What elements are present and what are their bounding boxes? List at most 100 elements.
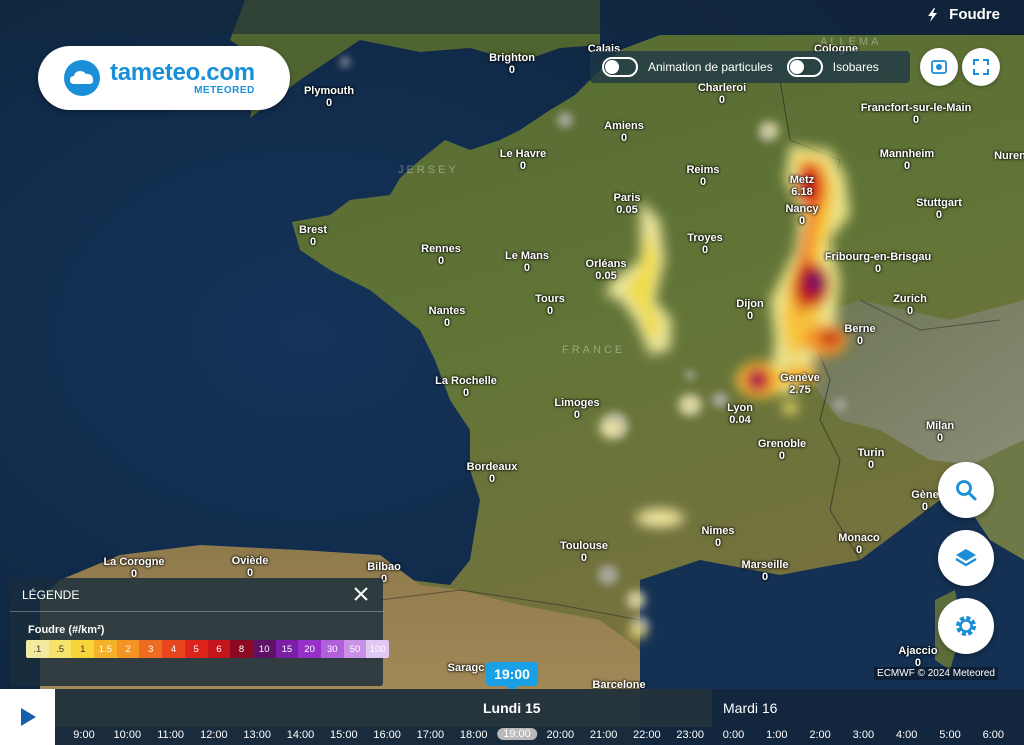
city-label[interactable]: Reims 0 xyxy=(686,164,719,188)
timeline-hour[interactable]: 23:00 xyxy=(676,729,704,741)
timeline-hour[interactable]: 21:00 xyxy=(590,729,618,741)
city-label[interactable]: Limoges 0 xyxy=(554,397,599,421)
day-segment-1[interactable]: Lundi 15 xyxy=(55,689,712,727)
timeline-hour[interactable]: 9:00 xyxy=(73,729,94,741)
city-label[interactable]: Oviède 0 xyxy=(232,555,269,579)
city-label[interactable]: Plymouth 0 xyxy=(304,85,354,109)
timeline-hour[interactable]: 16:00 xyxy=(373,729,401,741)
timeline-hour[interactable]: 4:00 xyxy=(896,729,917,741)
city-value: 0 xyxy=(546,305,554,317)
city-label[interactable]: Nantes 0 xyxy=(429,305,466,329)
city-name: Ajaccio xyxy=(898,645,938,657)
timeline-hour[interactable]: 1:00 xyxy=(766,729,787,741)
city-label[interactable]: Genève 2.75 xyxy=(780,372,820,396)
city-label[interactable]: Brest 0 xyxy=(299,224,327,248)
city-label[interactable]: Nimes 0 xyxy=(701,525,734,549)
city-name: Saragc xyxy=(447,662,485,674)
city-label[interactable]: La Corogne 0 xyxy=(103,556,164,580)
search-button[interactable] xyxy=(938,462,994,518)
city-label[interactable]: Rennes 0 xyxy=(421,243,461,267)
logo[interactable]: tameteo.com METEORED xyxy=(38,46,290,110)
city-label[interactable]: Monaco 0 xyxy=(838,532,880,556)
city-name: Nancy xyxy=(785,203,819,215)
city-label[interactable]: Tours 0 xyxy=(535,293,565,317)
city-label[interactable]: Paris 0.05 xyxy=(614,192,641,216)
city-label[interactable]: Le Havre 0 xyxy=(500,148,546,172)
legend-scale-step: 2 xyxy=(116,640,140,658)
city-label[interactable]: Toulouse 0 xyxy=(560,540,608,564)
timeline-hour[interactable]: 22:00 xyxy=(633,729,661,741)
timeline-hour[interactable]: 14:00 xyxy=(287,729,315,741)
city-value: 0 xyxy=(903,160,911,172)
city-label[interactable]: Troyes 0 xyxy=(687,232,722,256)
timeline-days: Lundi 15 Mardi 16 xyxy=(55,689,1024,727)
city-value: 0 xyxy=(443,317,451,329)
timeline-hour[interactable]: 10:00 xyxy=(114,729,142,741)
city-label[interactable]: Dijon 0 xyxy=(736,298,764,322)
city-name: Fribourg-en-Brisgau xyxy=(824,251,932,263)
city-label[interactable]: Grenoble 0 xyxy=(758,438,806,462)
timeline-hour[interactable]: 20:00 xyxy=(547,729,575,741)
city-label[interactable]: Nancy 0 xyxy=(785,203,818,227)
city-label[interactable]: Bordeaux 0 xyxy=(467,461,518,485)
timeline-hour[interactable]: 12:00 xyxy=(200,729,228,741)
city-label[interactable]: Milan 0 xyxy=(926,420,954,444)
city-value: 0 xyxy=(912,114,920,126)
timeline-hour[interactable]: 15:00 xyxy=(330,729,358,741)
city-label[interactable]: Charleroi 0 xyxy=(698,82,746,106)
legend-panel: LÉGENDE Foudre (#/km²) .1.5 1 1.5 2 3 4 5 6 8 10 1… xyxy=(10,578,389,686)
search-icon xyxy=(956,480,977,501)
city-name: Tours xyxy=(535,293,565,305)
city-label[interactable]: Le Mans 0 xyxy=(505,250,549,274)
city-name: Francfort-sur-le-Main xyxy=(860,102,972,114)
city-label[interactable]: Zurich 0 xyxy=(893,293,927,317)
layers-button[interactable] xyxy=(938,530,994,586)
city-name: Gène xyxy=(911,489,939,501)
legend-scale-step: 15 xyxy=(275,640,299,658)
city-label[interactable]: Berne 0 xyxy=(844,323,875,347)
timeline-hour[interactable]: 5:00 xyxy=(939,729,960,741)
city-name: Monaco xyxy=(838,532,880,544)
play-button[interactable] xyxy=(0,689,55,745)
isobars-toggle[interactable] xyxy=(786,57,823,77)
timeline-hour[interactable]: 13:00 xyxy=(243,729,271,741)
timeline-hour[interactable]: 18:00 xyxy=(460,729,488,741)
current-time-badge: 19:00 xyxy=(486,662,538,692)
city-label[interactable]: Metz 6.18 xyxy=(790,174,814,198)
timeline-hour[interactable]: 11:00 xyxy=(157,729,184,741)
city-label[interactable]: Stuttgart 0 xyxy=(916,197,962,221)
timeline-hour[interactable]: 0:00 xyxy=(723,729,744,741)
day-label-2[interactable]: Mardi 16 xyxy=(723,700,777,716)
city-label[interactable]: Nuren xyxy=(994,150,1024,162)
city-label[interactable]: Brighton 0 xyxy=(489,52,535,76)
timeline-hour[interactable]: 6:00 xyxy=(983,729,1004,741)
city-value: 0 xyxy=(437,255,445,267)
city-label[interactable]: Amiens 0 xyxy=(604,120,644,144)
city-label[interactable]: Francfort-sur-le-Main 0 xyxy=(861,102,972,126)
city-label[interactable]: Mannheim 0 xyxy=(880,148,934,172)
city-label[interactable]: Fribourg-en-Brisgau 0 xyxy=(825,251,931,275)
city-label[interactable]: Lyon 0.04 xyxy=(727,402,753,426)
city-value: 0.04 xyxy=(729,414,751,426)
timeline-hour[interactable]: 17:00 xyxy=(417,729,445,741)
city-label[interactable]: Turin 0 xyxy=(858,447,885,471)
settings-button[interactable] xyxy=(938,598,994,654)
city-label[interactable]: Gène 0 xyxy=(911,489,939,513)
city-name: Orléans xyxy=(585,258,627,270)
city-value: 0 xyxy=(462,387,470,399)
timeline-hour[interactable]: 19:00 xyxy=(497,728,537,740)
screenshot-button[interactable] xyxy=(920,48,958,86)
city-value: 0 xyxy=(761,571,769,583)
city-label[interactable]: Orléans 0.05 xyxy=(586,258,627,282)
timeline-hour[interactable]: 2:00 xyxy=(809,729,830,741)
city-label[interactable]: Saragc xyxy=(448,662,485,674)
particles-toggle[interactable] xyxy=(602,57,638,77)
fullscreen-button[interactable] xyxy=(962,48,1000,86)
city-value: 0.05 xyxy=(595,270,617,282)
city-label[interactable]: Marseille 0 xyxy=(741,559,788,583)
timeline-hour[interactable]: 3:00 xyxy=(853,729,874,741)
city-label[interactable]: Ajaccio 0 xyxy=(898,645,937,669)
layer-title[interactable]: Foudre xyxy=(925,6,1000,23)
close-icon[interactable] xyxy=(353,586,369,602)
city-label[interactable]: La Rochelle 0 xyxy=(435,375,497,399)
